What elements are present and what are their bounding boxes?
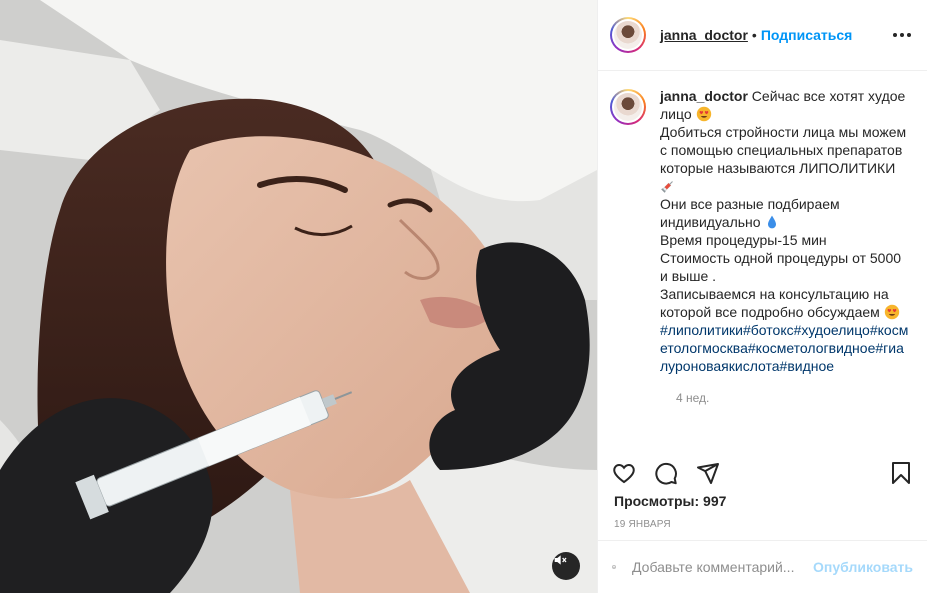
caption-author-avatar[interactable] — [610, 89, 646, 125]
caption-line-4: Время процедуры-15 мин — [660, 232, 827, 248]
caption-line-3: Они все разные подбираем индивидуально — [660, 196, 840, 230]
speaker-muted-icon — [554, 555, 567, 565]
post-date[interactable]: 19 января — [614, 519, 671, 530]
paper-plane-icon — [697, 463, 719, 484]
droplet-emoji-icon — [768, 215, 777, 229]
save-button[interactable] — [887, 459, 915, 487]
post-header: janna_doctor • Подписаться — [598, 0, 927, 71]
mute-toggle-button[interactable] — [552, 552, 580, 580]
heart-icon — [613, 463, 635, 484]
add-comment-form: Опубликовать — [598, 540, 927, 593]
syringe-emoji-icon — [661, 181, 673, 193]
like-button[interactable] — [610, 459, 638, 487]
caption-line-6: Записываемся на консультацию на которой … — [660, 286, 889, 320]
more-horizontal-icon[interactable] — [893, 33, 911, 37]
bookmark-icon — [892, 462, 910, 484]
caption-username-link[interactable]: janna_doctor — [660, 88, 748, 104]
author-avatar[interactable] — [610, 17, 646, 53]
heart-eyes-emoji-icon — [696, 106, 711, 122]
smiley-icon[interactable] — [612, 554, 616, 580]
comment-button[interactable] — [652, 459, 680, 487]
post-actions-bar — [610, 456, 915, 490]
caption-area: janna_doctor Сейчас все хотят худое лицо… — [598, 71, 927, 441]
comment-bubble-icon — [655, 462, 677, 485]
share-button[interactable] — [694, 459, 722, 487]
post-video[interactable] — [0, 0, 597, 593]
post-time-ago[interactable]: 4 нед. — [676, 391, 911, 405]
caption-hashtags[interactable]: #липолитики#ботокс#худоелицо#косметологм… — [660, 321, 911, 375]
publish-button[interactable]: Опубликовать — [813, 559, 913, 575]
views-count[interactable]: Просмотры: 997 — [614, 493, 726, 509]
caption-line-2: Добиться стройности лица мы можем с помо… — [660, 124, 907, 176]
comment-input[interactable] — [632, 559, 814, 575]
post-side-panel: janna_doctor • Подписаться janna_doctor … — [597, 0, 927, 593]
caption-line-5: Стоимость одной процедуры от 5000 и выше… — [660, 250, 902, 284]
heart-eyes-emoji-icon — [884, 304, 899, 320]
post-caption: janna_doctor Сейчас все хотят худое лицо… — [660, 87, 911, 375]
video-frame-illustration — [0, 0, 597, 593]
header-separator: • — [751, 27, 757, 43]
author-username-link[interactable]: janna_doctor — [660, 27, 748, 43]
follow-button[interactable]: Подписаться — [761, 27, 853, 43]
